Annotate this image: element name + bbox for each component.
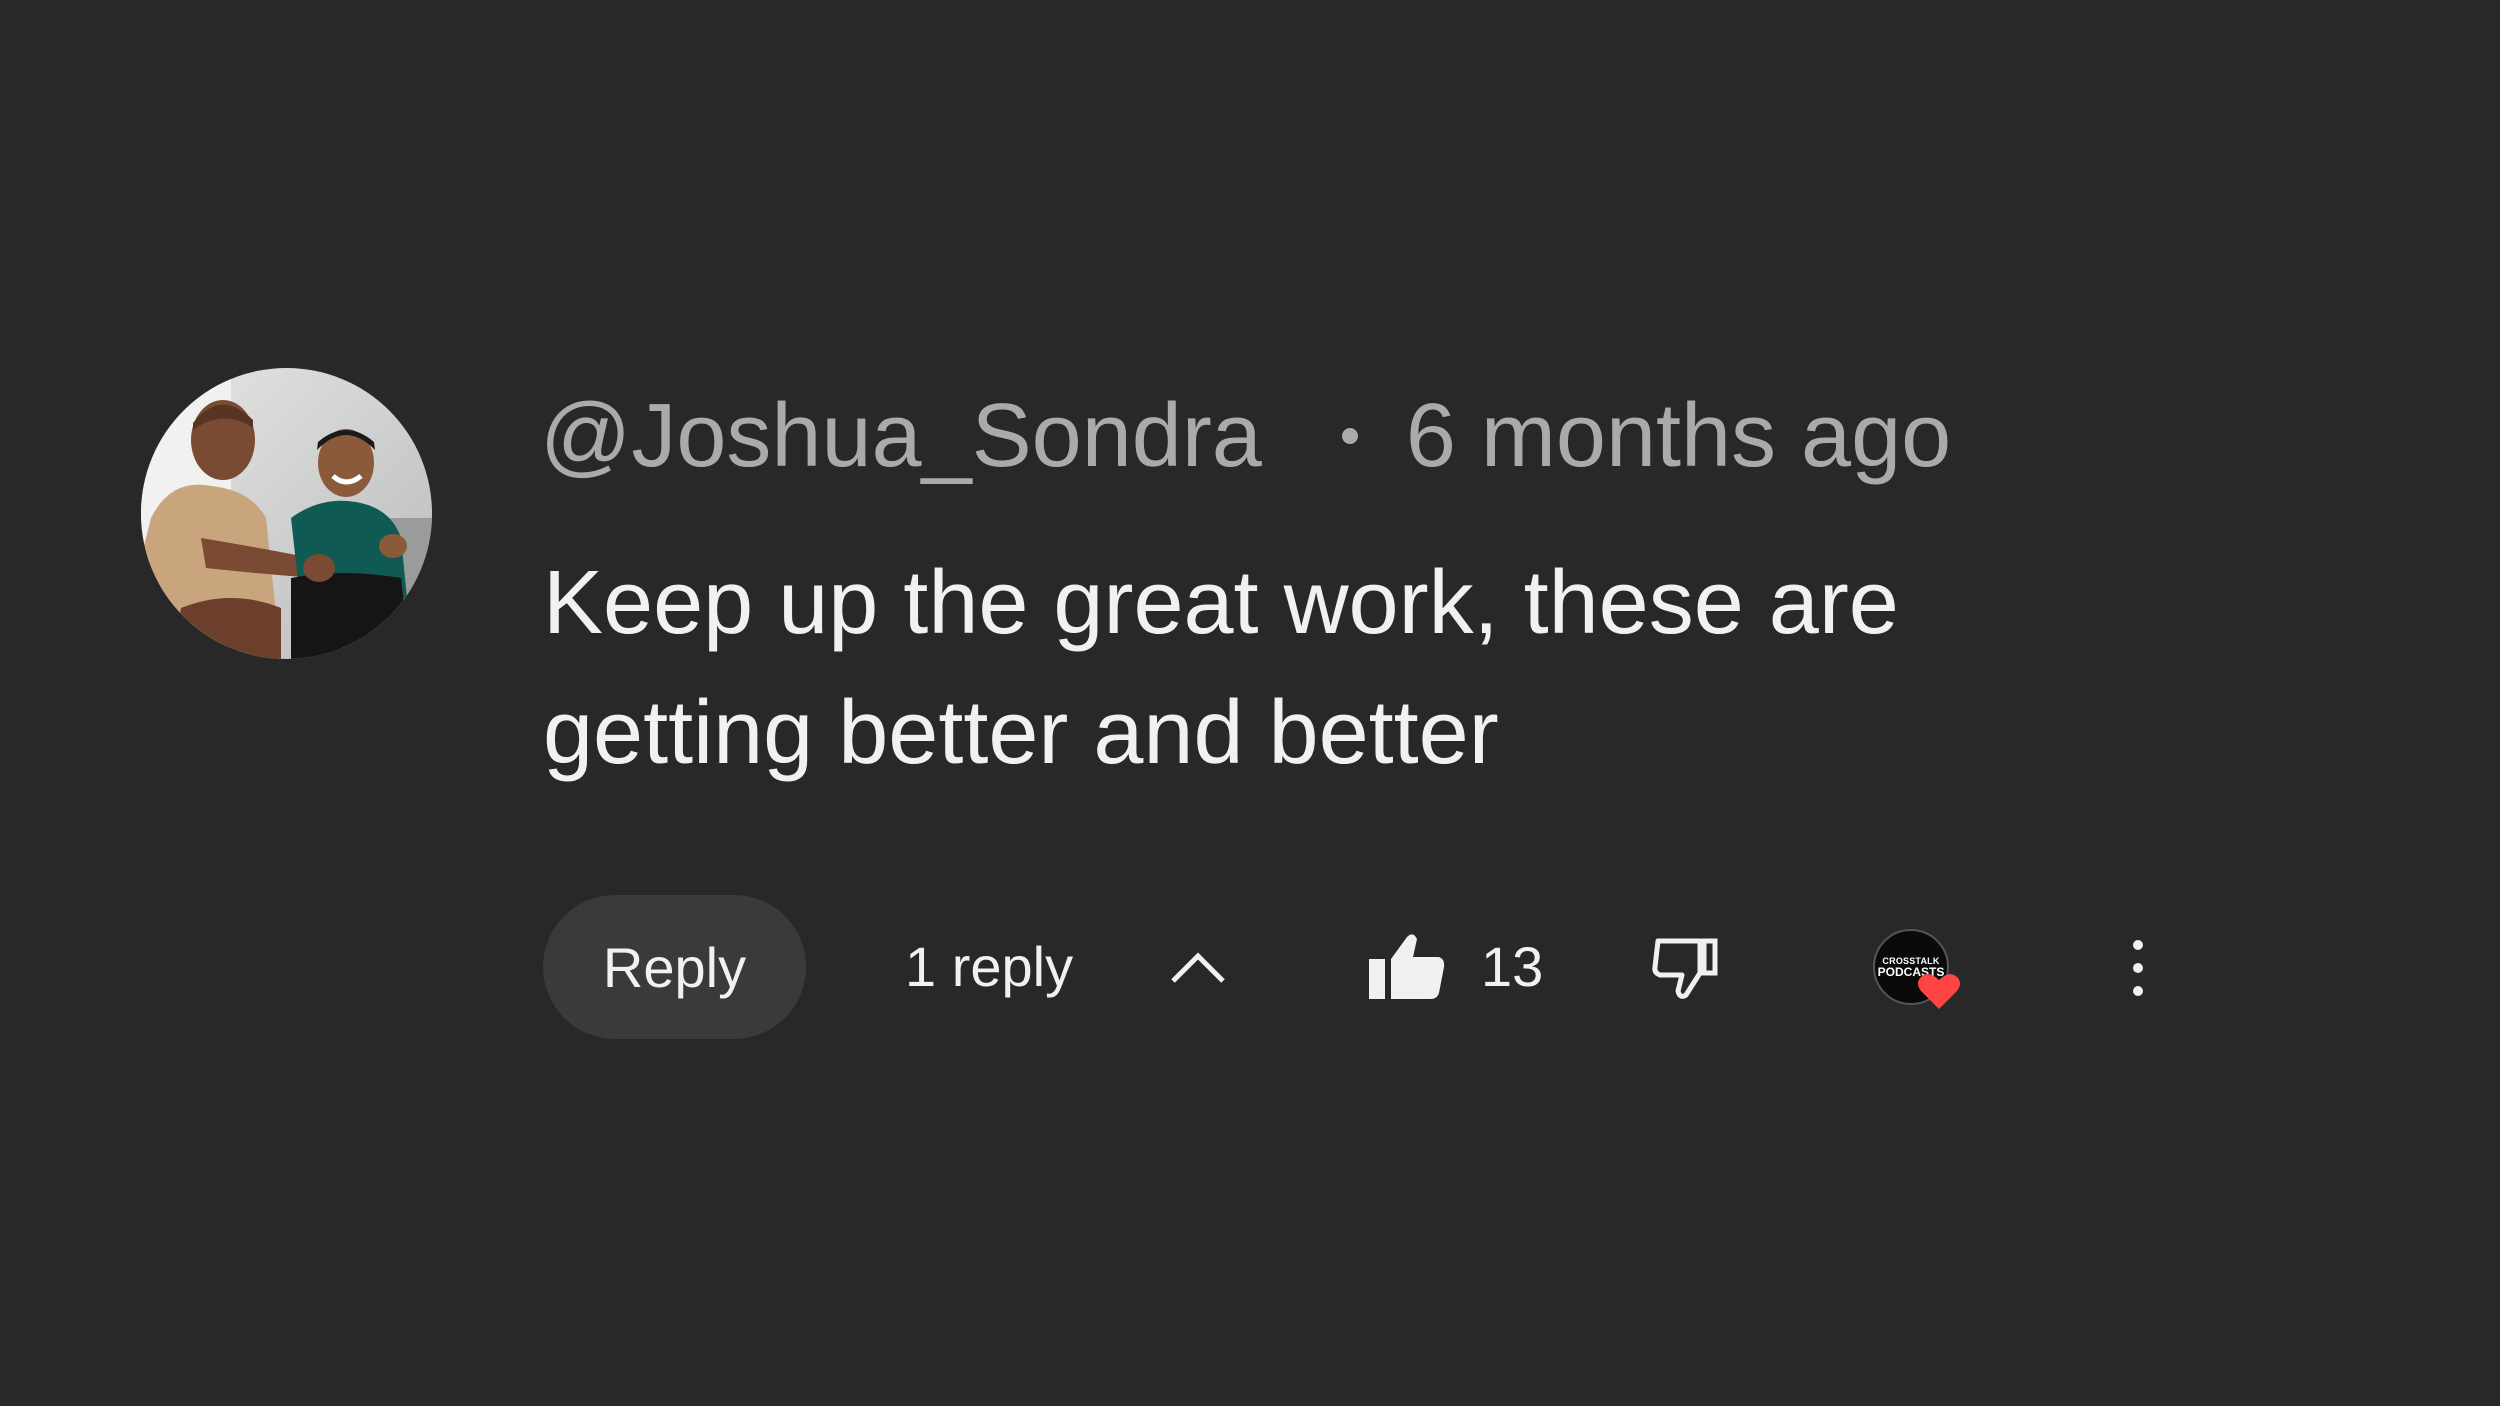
- like-count: 13: [1481, 935, 1544, 998]
- creator-badge-line1: CROSSTALK: [1882, 955, 1940, 966]
- more-vertical-icon[interactable]: [2126, 935, 2150, 1001]
- comment-author[interactable]: @Joshua_Sondra: [540, 385, 1262, 488]
- user-avatar[interactable]: [141, 368, 432, 659]
- thumbs-down-icon[interactable]: [1652, 937, 1718, 999]
- avatar-photo: [141, 368, 432, 659]
- chevron-up-icon[interactable]: [1163, 933, 1233, 1003]
- comment-text-line: Keep up the great work, these are: [543, 553, 1899, 653]
- replies-toggle[interactable]: 1 reply: [905, 931, 1073, 1003]
- heart-icon: [1918, 974, 1960, 1009]
- creator-heart-badge: CROSSTALK PODCASTS: [1873, 929, 1983, 1019]
- comment-text-line: getting better and better: [543, 683, 1499, 783]
- reply-button[interactable]: Reply: [543, 895, 806, 1039]
- comment-card: @Joshua_Sondra 6 months ago Keep up the …: [0, 0, 2500, 1406]
- thumbs-up-icon[interactable]: [1369, 931, 1445, 1001]
- separator-dot: [1341, 428, 1358, 444]
- comment-meta: @Joshua_Sondra 6 months ago: [540, 376, 1951, 496]
- comment-timestamp[interactable]: 6 months ago: [1406, 385, 1951, 488]
- comment-text: Keep up the great work, these are gettin…: [543, 538, 2103, 798]
- comment-actions: Reply 1 reply 13 CROSSTALK PODCASTS: [543, 895, 2243, 1040]
